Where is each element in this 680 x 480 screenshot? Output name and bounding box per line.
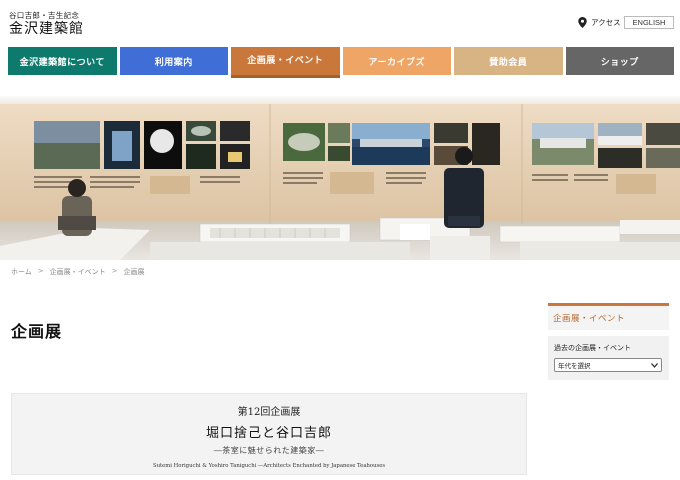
- exhibition-english-title: Sutemi Horiguchi & Yoshiro Taniguchi ―Ar…: [152, 463, 386, 469]
- past-events-label: 過去の企画展・イベント: [554, 344, 631, 352]
- past-events-box: 過去の企画展・イベント 年代を選択: [548, 336, 669, 380]
- exhibition-hall-photo: [0, 96, 680, 260]
- breadcrumb-separator: >: [37, 267, 44, 275]
- sidebar-heading[interactable]: 企画展・イベント: [548, 303, 669, 330]
- access-link[interactable]: アクセス: [578, 17, 621, 28]
- map-pin-icon: [578, 17, 587, 28]
- nav-item-exhibitions[interactable]: 企画展・イベント: [231, 47, 340, 78]
- nav-item-guide[interactable]: 利用案内: [119, 47, 228, 75]
- exhibition-number: 第12回企画展: [237, 407, 301, 418]
- site-header: 谷口吉郎・吉生記念 金沢建築館 アクセス ENGLISH: [0, 0, 680, 46]
- hero-image: [0, 96, 680, 260]
- exhibition-title: 堀口捨己と谷口吉郎: [205, 426, 332, 441]
- main-nav: 金沢建築館について 利用案内 企画展・イベント アーカイブズ 賛助会員 ショップ: [8, 47, 674, 78]
- nav-item-members[interactable]: 賛助会員: [454, 47, 563, 75]
- sidebar: 企画展・イベント 過去の企画展・イベント 年代を選択: [548, 303, 669, 380]
- breadcrumb-home[interactable]: ホーム: [11, 267, 32, 277]
- breadcrumb-current: 企画展: [123, 268, 145, 276]
- logo-subtitle: 谷口吉郎・吉生記念: [9, 11, 80, 20]
- nav-item-shop[interactable]: ショップ: [565, 47, 674, 75]
- nav-item-about[interactable]: 金沢建築館について: [8, 47, 117, 75]
- breadcrumb-separator: >: [111, 267, 118, 275]
- breadcrumb: ホーム > 企画展・イベント > 企画展: [11, 267, 145, 277]
- exhibition-subtitle: ―茶室に魅せられた建築家―: [213, 446, 325, 455]
- year-select[interactable]: 年代を選択: [554, 358, 662, 372]
- access-label: アクセス: [591, 18, 621, 27]
- breadcrumb-exhibitions[interactable]: 企画展・イベント: [50, 267, 106, 277]
- english-button[interactable]: ENGLISH: [624, 16, 674, 29]
- nav-item-archives[interactable]: アーカイブズ: [342, 47, 451, 75]
- chevron-down-icon: [651, 362, 658, 368]
- site-logo[interactable]: 谷口吉郎・吉生記念 金沢建築館: [9, 11, 84, 38]
- logo-title: 金沢建築館: [9, 21, 84, 37]
- page-title: 企画展: [11, 322, 63, 341]
- year-select-value: 年代を選択: [558, 362, 591, 370]
- exhibition-card[interactable]: 第12回企画展 堀口捨己と谷口吉郎 ―茶室に魅せられた建築家― Sutemi H…: [11, 393, 527, 475]
